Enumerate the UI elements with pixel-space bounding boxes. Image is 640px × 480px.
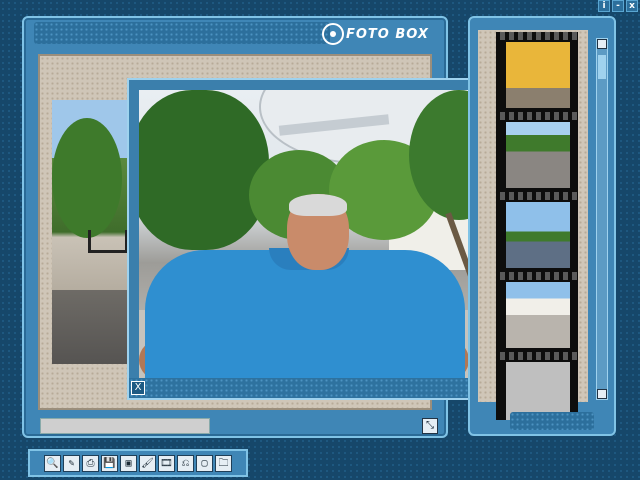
film-perforation (496, 32, 578, 40)
viewer-photo[interactable] (139, 90, 501, 378)
thumbnail-2[interactable] (506, 122, 570, 188)
stamp-tool-icon[interactable]: ⎌ (177, 454, 194, 472)
app-logo: FOTO BOX (322, 20, 429, 48)
status-field (40, 418, 210, 434)
viewer-close-button[interactable]: X (131, 381, 145, 395)
info-button[interactable]: i (598, 0, 610, 12)
thumbnail-3[interactable] (506, 202, 570, 268)
logo-text: FOTO BOX (346, 26, 429, 42)
export-tool-icon[interactable]: ▣ (120, 454, 137, 472)
film-perforation (496, 192, 578, 200)
close-button[interactable]: x (626, 0, 638, 12)
thumbnail-panel (468, 16, 616, 436)
slideshow-tool-icon[interactable]: 🎞 (158, 454, 175, 472)
frame-tool-icon[interactable]: ▢ (196, 454, 213, 472)
hair (289, 194, 347, 216)
minimize-button[interactable]: - (612, 0, 624, 12)
viewer-bottom-bar: X (129, 378, 509, 398)
tree-shape (52, 118, 122, 238)
thumbnail-4[interactable] (506, 282, 570, 348)
resize-icon[interactable]: ⤡ (422, 418, 438, 434)
bench-shape (88, 230, 128, 253)
save-tool-icon[interactable]: 💾 (101, 454, 118, 472)
edit-tool-icon[interactable]: ✎ (63, 454, 80, 472)
thumbnail-1[interactable] (506, 42, 570, 108)
film-perforation (496, 272, 578, 280)
film-perforation (496, 112, 578, 120)
camera-icon (322, 23, 344, 45)
scroll-up-button[interactable] (597, 39, 607, 49)
tree-left (139, 90, 269, 250)
scroll-thumb[interactable] (598, 55, 606, 79)
toolbar: 🔍 ✎ ⎙ 💾 ▣ 🖌 🎞 ⎌ ▢ 🗀 (28, 449, 248, 477)
print-tool-icon[interactable]: ⎙ (82, 454, 99, 472)
brush-tool-icon[interactable]: 🖌 (139, 454, 156, 472)
scroll-down-button[interactable] (597, 389, 607, 399)
background-photo[interactable] (52, 100, 128, 364)
film-perforation (496, 352, 578, 360)
photo-viewer[interactable]: X (127, 78, 511, 400)
open-tool-icon[interactable]: 🗀 (215, 454, 232, 472)
thumbnail-panel-footer (510, 412, 594, 430)
filmstrip (496, 32, 578, 420)
thumbnail-scrollbar[interactable] (596, 38, 608, 400)
window-controls: i - x (598, 0, 638, 12)
title-bar[interactable] (34, 22, 330, 44)
zoom-tool-icon[interactable]: 🔍 (44, 454, 61, 472)
